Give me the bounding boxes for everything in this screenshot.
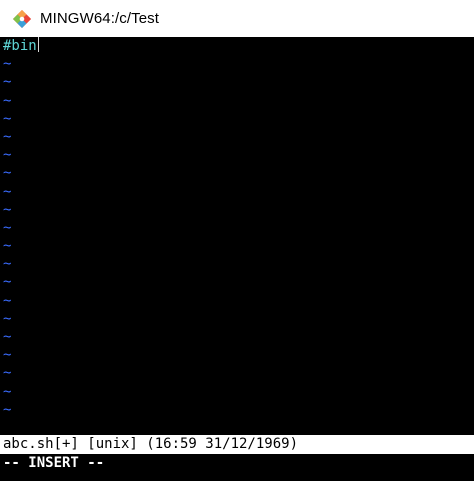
empty-line-marker: ~ bbox=[3, 219, 12, 236]
editor-buffer[interactable]: #bin ~ ~ ~ ~ ~ ~ ~ ~ ~ ~ ~ ~ ~ ~ ~ ~ ~ ~ ~ ~ bbox=[0, 37, 474, 435]
empty-line: ~ bbox=[0, 73, 474, 91]
empty-line-marker: ~ bbox=[3, 347, 12, 364]
empty-line-marker: ~ bbox=[3, 401, 12, 418]
empty-line-marker: ~ bbox=[3, 329, 12, 345]
empty-line-marker: ~ bbox=[3, 110, 12, 127]
empty-line: ~ bbox=[0, 183, 474, 201]
empty-line: ~ bbox=[0, 401, 474, 419]
empty-line-marker: ~ bbox=[3, 201, 12, 218]
git-bash-icon bbox=[13, 9, 31, 28]
empty-line: ~ bbox=[0, 146, 474, 164]
empty-line-marker: ~ bbox=[3, 365, 12, 382]
empty-line: ~ bbox=[0, 128, 474, 146]
empty-line: ~ bbox=[0, 92, 474, 110]
empty-line: ~ bbox=[0, 292, 474, 310]
empty-line-marker: ~ bbox=[3, 183, 12, 200]
empty-line: ~ bbox=[0, 255, 474, 273]
empty-line-marker: ~ bbox=[3, 92, 12, 109]
empty-line-marker: ~ bbox=[3, 238, 12, 255]
terminal-area[interactable]: #bin ~ ~ ~ ~ ~ ~ ~ ~ ~ ~ ~ ~ ~ ~ ~ ~ ~ ~ ~ ~ abc.sh[+] [unix… bbox=[0, 37, 474, 481]
text-cursor bbox=[37, 37, 40, 52]
empty-line-marker: ~ bbox=[3, 165, 12, 182]
window-titlebar[interactable]: MINGW64:/c/Test bbox=[0, 0, 474, 37]
empty-line: ~ bbox=[0, 164, 474, 182]
empty-line-marker: ~ bbox=[3, 74, 12, 91]
empty-line: ~ bbox=[0, 55, 474, 73]
empty-line-marker: ~ bbox=[3, 292, 12, 309]
empty-line-marker: ~ bbox=[3, 383, 12, 400]
empty-line: ~ bbox=[0, 273, 474, 291]
empty-line-marker: ~ bbox=[3, 256, 12, 273]
buffer-line[interactable]: #bin bbox=[0, 37, 474, 55]
empty-line: ~ bbox=[0, 219, 474, 237]
empty-line: ~ bbox=[0, 237, 474, 255]
empty-line-marker: ~ bbox=[3, 128, 12, 145]
empty-line: ~ bbox=[0, 328, 474, 346]
empty-line-marker: ~ bbox=[3, 147, 12, 164]
empty-line-marker: ~ bbox=[3, 56, 12, 73]
vim-mode-indicator: -- INSERT -- bbox=[0, 454, 474, 473]
buffer-line-text: #bin bbox=[3, 38, 37, 54]
empty-line: ~ bbox=[0, 310, 474, 328]
window-title: MINGW64:/c/Test bbox=[40, 10, 160, 27]
empty-line: ~ bbox=[0, 346, 474, 364]
empty-line: ~ bbox=[0, 383, 474, 401]
empty-line: ~ bbox=[0, 201, 474, 219]
empty-line-marker: ~ bbox=[3, 274, 12, 291]
empty-line-marker: ~ bbox=[3, 310, 12, 327]
vim-status-line: abc.sh[+] [unix] (16:59 31/12/1969) bbox=[0, 435, 474, 454]
empty-line: ~ bbox=[0, 110, 474, 128]
empty-line: ~ bbox=[0, 364, 474, 382]
